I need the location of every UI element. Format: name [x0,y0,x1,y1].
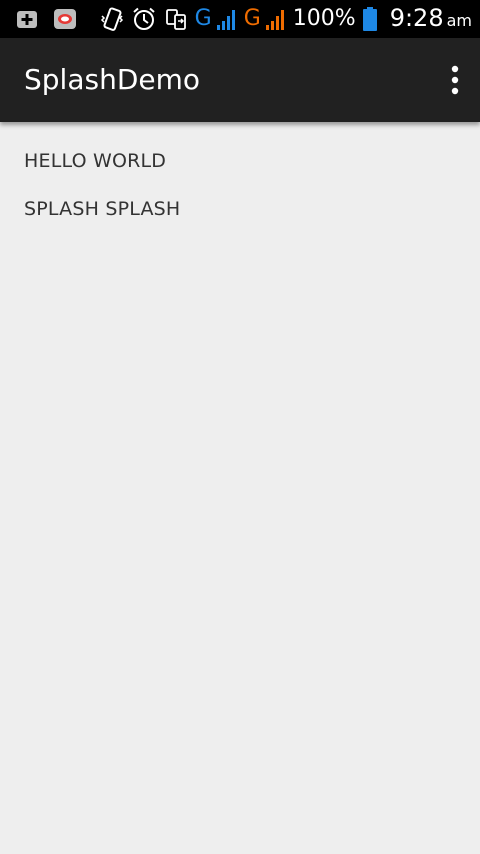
hello-world-text: HELLO WORLD [24,150,167,172]
battery-icon [362,6,378,32]
app-title: SplashDemo [24,63,201,96]
status-bar-system: G G 100% 9:28 am [99,0,472,38]
sim1-network-type: G [194,6,212,31]
app-bar: SplashDemo [0,38,480,122]
status-clock: 9:28 am [390,0,472,40]
more-vert-icon [448,62,462,98]
status-bar: G G 100% 9:28 am [0,0,480,38]
vibrate-icon [99,6,125,32]
splash-text: SPLASH SPLASH [24,198,181,220]
sim2-network-type: G [243,6,261,31]
battery-percent: 100% [292,6,356,31]
sms-app-icon [52,6,78,32]
add-box-icon [14,6,40,32]
clock-ampm: am [446,10,472,30]
alarm-icon [131,6,157,32]
status-bar-notifications [14,0,78,38]
sim2-signal-icon [265,7,287,31]
screen: G G 100% 9:28 am SplashDemo HELLO WORLD … [0,0,480,854]
sim1-signal-icon [216,7,238,31]
overflow-menu-button[interactable] [448,62,462,98]
data-transfer-icon [163,6,189,32]
main-content: HELLO WORLD SPLASH SPLASH [24,146,456,242]
clock-time: 9:28 [389,3,444,32]
